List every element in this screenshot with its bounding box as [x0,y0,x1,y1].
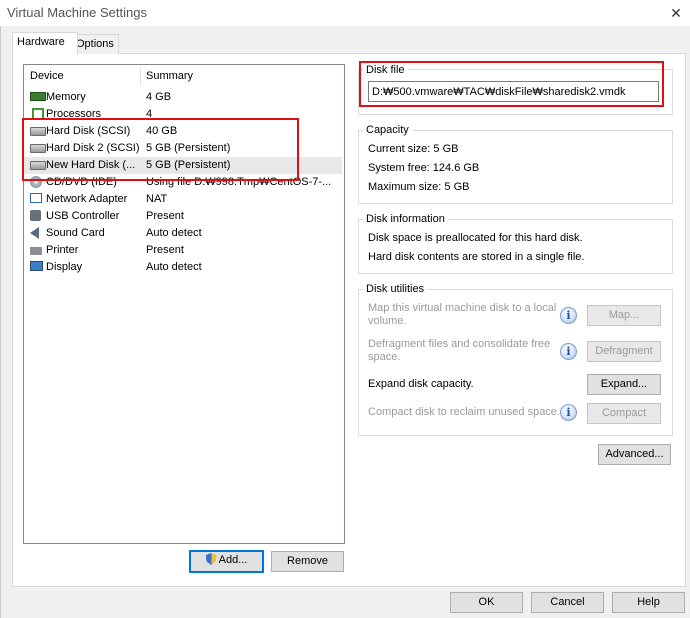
device-summary: Present [146,210,184,222]
device-row-memory[interactable]: Memory 4 GB [24,89,342,106]
map-description-line-2: volume. [368,315,407,327]
disk-utilities-title: Disk utilities [363,283,428,295]
highlight-disk-file [359,61,664,107]
window-title: Virtual Machine Settings [7,5,147,20]
defragment-description-line-2: space. [368,351,401,363]
expand-button[interactable]: Expand... [587,374,661,395]
device-name: Display [46,261,83,273]
device-name: Printer [46,244,79,256]
device-name: USB Controller [46,210,120,222]
defragment-description-line-1: Defragment files and consolidate free [368,338,551,350]
advanced-button[interactable]: Advanced... [598,444,671,465]
help-button[interactable]: Help [612,592,685,613]
window-border [0,26,1,618]
device-summary: Auto detect [146,227,202,239]
device-row-display[interactable]: Display Auto detect [24,259,342,276]
printer-icon [30,244,42,255]
highlight-hard-disks [22,118,299,181]
disk-information-line-2: Hard disk contents are stored in a singl… [368,251,585,263]
device-summary: Auto detect [146,261,202,273]
cancel-button[interactable]: Cancel [531,592,604,613]
column-divider[interactable] [140,66,141,86]
expand-description: Expand disk capacity. [368,378,474,390]
device-name: Sound Card [46,227,105,239]
sound-card-icon [30,227,39,239]
compact-description: Compact disk to reclaim unused space. [368,406,560,418]
device-name: Network Adapter [46,193,128,205]
device-name: Memory [46,91,86,103]
info-icon[interactable]: i [560,307,577,324]
defragment-button[interactable]: Defragment [587,341,661,362]
tab-hardware[interactable]: Hardware [12,32,78,55]
add-button[interactable]: Add... [189,550,264,573]
compact-button[interactable]: Compact [587,403,661,424]
system-free-text: System free: 124.6 GB [368,162,480,174]
info-icon[interactable]: i [560,404,577,421]
shield-icon [205,553,217,565]
map-description-line-1: Map this virtual machine disk to a local [368,302,557,314]
device-summary: 4 GB [146,91,172,103]
current-size-text: Current size: 5 GB [368,143,459,155]
device-row-sound-card[interactable]: Sound Card Auto detect [24,225,342,242]
tab-options[interactable]: Options [71,34,119,54]
map-button[interactable]: Map... [587,305,661,326]
display-icon [30,261,43,271]
column-header-summary[interactable]: Summary [146,70,193,82]
usb-icon [30,210,41,221]
device-row-usb-controller[interactable]: USB Controller Present [24,208,342,225]
device-summary: NAT [146,193,168,205]
device-row-network-adapter[interactable]: Network Adapter NAT [24,191,342,208]
device-row-printer[interactable]: Printer Present [24,242,342,259]
network-adapter-icon [30,193,42,203]
disk-information-line-1: Disk space is preallocated for this hard… [368,232,583,244]
close-button[interactable]: ✕ [666,3,686,23]
disk-information-group [358,219,673,274]
remove-button[interactable]: Remove [271,551,344,572]
device-summary: Present [146,244,184,256]
disk-information-title: Disk information [363,213,448,225]
ok-button[interactable]: OK [450,592,523,613]
column-header-device[interactable]: Device [30,70,64,82]
maximum-size-text: Maximum size: 5 GB [368,181,470,193]
capacity-title: Capacity [363,124,412,136]
add-button-label: Add... [218,554,248,566]
memory-icon [30,92,46,101]
info-icon[interactable]: i [560,343,577,360]
